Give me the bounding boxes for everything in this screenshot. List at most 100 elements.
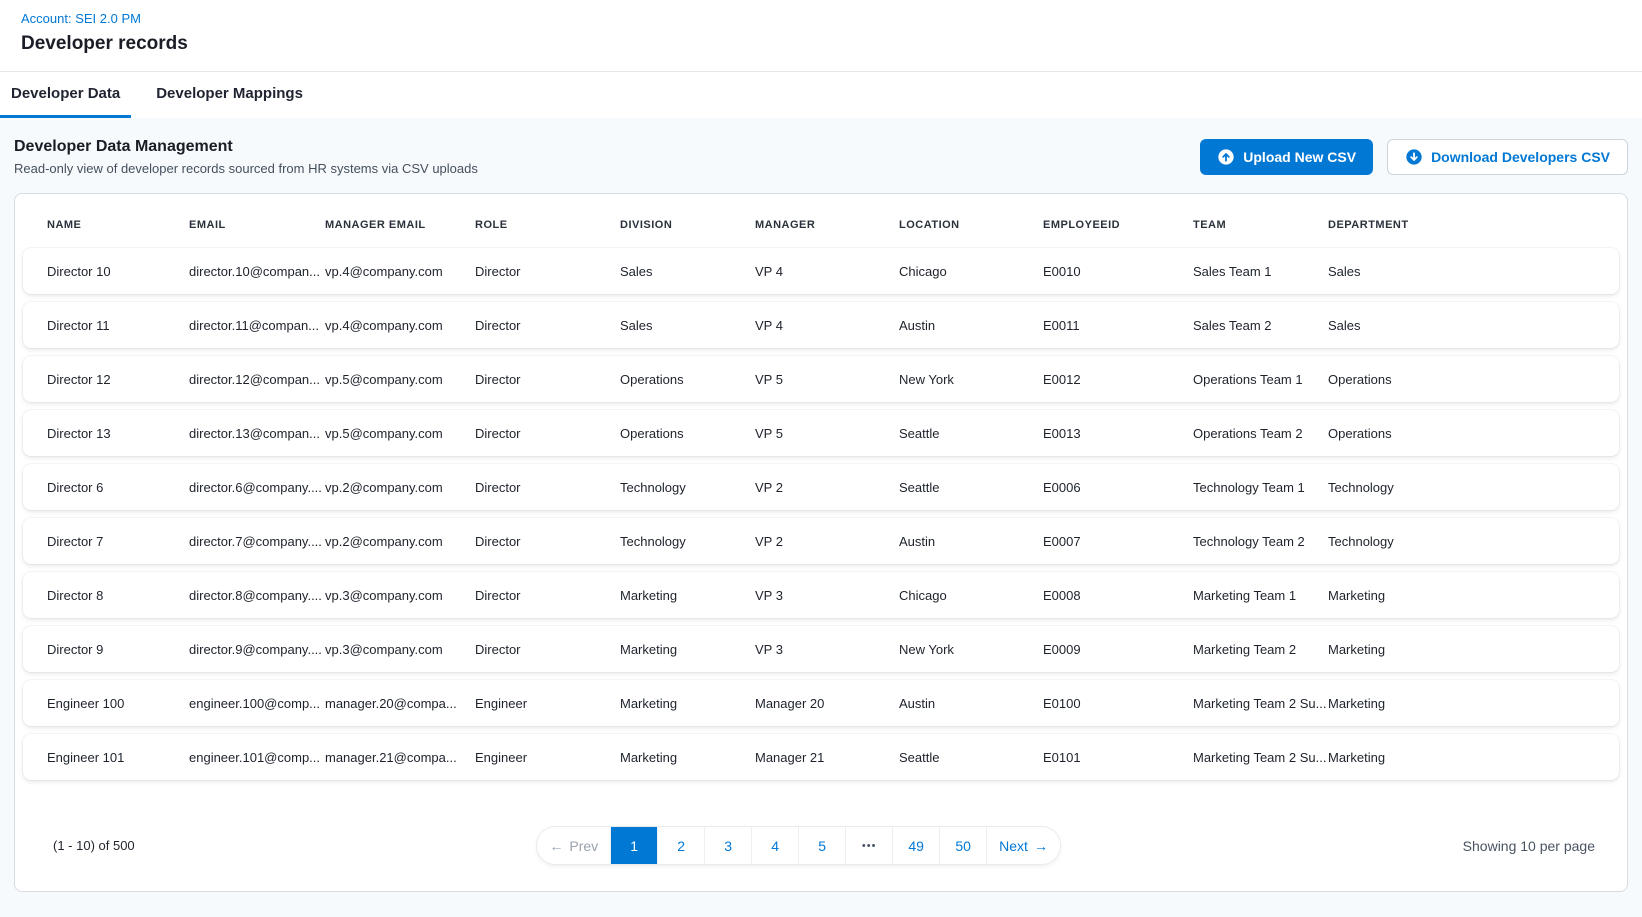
tab-bar: Developer Data Developer Mappings [0,72,1642,118]
next-label: Next [999,838,1028,854]
pagination-next-button[interactable]: Next→ [986,827,1060,864]
table-row[interactable]: Director 13director.13@compan...vp.5@com… [23,410,1619,456]
cell-division: Sales [620,264,755,279]
table-row[interactable]: Director 12director.12@compan...vp.5@com… [23,356,1619,402]
pagination-page-4[interactable]: 4 [751,827,798,864]
cell-department: Operations [1328,426,1619,441]
cell-employee_id: E0007 [1043,534,1193,549]
cell-email: engineer.101@comp... [189,750,325,765]
table-row[interactable]: Director 10director.10@compan...vp.4@com… [23,248,1619,294]
pagination-page-2[interactable]: 2 [657,827,704,864]
cell-department: Sales [1328,264,1619,279]
cell-email: director.12@compan... [189,372,325,387]
upload-new-csv-button[interactable]: Upload New CSV [1200,139,1373,175]
cell-location: Seattle [899,480,1043,495]
cell-manager: VP 4 [755,264,899,279]
column-header-manager_email: MANAGER EMAIL [325,219,475,231]
upload-circle-icon [1217,148,1235,166]
cell-department: Marketing [1328,642,1619,657]
cell-location: Seattle [899,426,1043,441]
cell-manager_email: vp.4@company.com [325,318,475,333]
cell-team: Marketing Team 2 [1193,642,1328,657]
cell-location: Chicago [899,264,1043,279]
table-row[interactable]: Director 7director.7@company....vp.2@com… [23,518,1619,564]
cell-name: Director 13 [47,426,189,441]
cell-name: Director 6 [47,480,189,495]
section-subtitle: Read-only view of developer records sour… [14,161,478,176]
cell-manager: VP 2 [755,480,899,495]
cell-department: Sales [1328,318,1619,333]
page-title: Developer records [21,33,1642,55]
cell-division: Operations [620,372,755,387]
cell-division: Technology [620,534,755,549]
cell-department: Technology [1328,480,1619,495]
cell-manager: VP 5 [755,426,899,441]
cell-name: Director 10 [47,264,189,279]
table-body: Director 10director.10@compan...vp.4@com… [23,248,1619,788]
table-row[interactable]: Director 6director.6@company....vp.2@com… [23,464,1619,510]
cell-role: Engineer [475,750,620,765]
pagination-page-3[interactable]: 3 [704,827,751,864]
account-breadcrumb-link[interactable]: Account: SEI 2.0 PM [21,11,141,26]
table-row[interactable]: Engineer 100engineer.100@comp...manager.… [23,680,1619,726]
cell-manager: VP 2 [755,534,899,549]
cell-role: Engineer [475,696,620,711]
arrow-left-icon: ← [549,838,563,854]
cell-manager: Manager 20 [755,696,899,711]
column-header-email: EMAIL [189,219,325,231]
cell-email: director.11@compan... [189,318,325,333]
cell-team: Technology Team 1 [1193,480,1328,495]
cell-manager_email: vp.5@company.com [325,372,475,387]
cell-division: Operations [620,426,755,441]
table-row[interactable]: Director 9director.9@company....vp.3@com… [23,626,1619,672]
cell-employee_id: E0012 [1043,372,1193,387]
table-row[interactable]: Director 11director.11@compan...vp.4@com… [23,302,1619,348]
pagination-page-5[interactable]: 5 [798,827,845,864]
table-row[interactable]: Director 8director.8@company....vp.3@com… [23,572,1619,618]
table-row[interactable]: Engineer 101engineer.101@comp...manager.… [23,734,1619,780]
cell-employee_id: E0010 [1043,264,1193,279]
column-header-employee_id: EMPLOYEEID [1043,219,1193,231]
cell-team: Sales Team 1 [1193,264,1328,279]
pagination-prev-button[interactable]: ← Prev [537,827,610,864]
upload-button-label: Upload New CSV [1243,149,1356,165]
pagination-page-50[interactable]: 50 [939,827,986,864]
cell-role: Director [475,642,620,657]
prev-label: Prev [569,838,598,854]
cell-manager_email: vp.2@company.com [325,480,475,495]
cell-location: New York [899,642,1043,657]
cell-email: director.6@company.... [189,480,325,495]
cell-manager_email: manager.21@compa... [325,750,475,765]
cell-manager: VP 3 [755,642,899,657]
cell-role: Director [475,588,620,603]
cell-email: director.8@company.... [189,588,325,603]
cell-manager_email: vp.3@company.com [325,588,475,603]
per-page-label: Showing 10 per page [1463,838,1603,854]
tab-developer-mappings[interactable]: Developer Mappings [145,72,314,118]
cell-role: Director [475,534,620,549]
cell-name: Director 11 [47,318,189,333]
cell-employee_id: E0008 [1043,588,1193,603]
cell-division: Marketing [620,750,755,765]
cell-name: Director 7 [47,534,189,549]
column-header-department: DEPARTMENT [1328,219,1619,231]
cell-employee_id: E0011 [1043,318,1193,333]
cell-team: Technology Team 2 [1193,534,1328,549]
cell-email: director.13@compan... [189,426,325,441]
tab-developer-data[interactable]: Developer Data [0,72,131,118]
cell-employee_id: E0013 [1043,426,1193,441]
cell-email: director.7@company.... [189,534,325,549]
cell-location: Austin [899,696,1043,711]
cell-manager: VP 5 [755,372,899,387]
cell-name: Engineer 101 [47,750,189,765]
pagination-page-1[interactable]: 1 [610,827,657,864]
download-button-label: Download Developers CSV [1431,149,1610,165]
download-developers-csv-button[interactable]: Download Developers CSV [1387,139,1628,175]
cell-employee_id: E0100 [1043,696,1193,711]
section-header: Developer Data Management Read-only view… [14,134,1628,178]
page-header: Account: SEI 2.0 PM Developer records [0,0,1642,72]
cell-role: Director [475,264,620,279]
cell-name: Director 9 [47,642,189,657]
pagination-page-49[interactable]: 49 [892,827,939,864]
cell-department: Marketing [1328,696,1619,711]
